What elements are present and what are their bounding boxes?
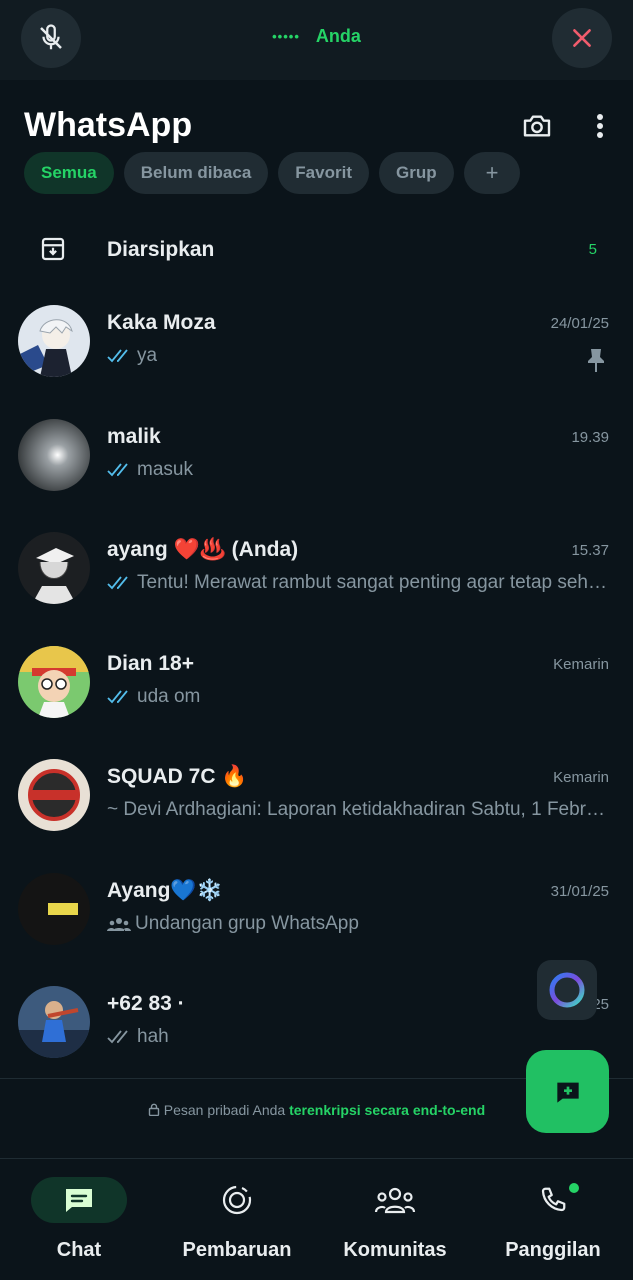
filter-chips: Semua Belum dibaca Favorit Grup +: [24, 152, 521, 194]
chat-name: Ayang💙❄️: [107, 879, 223, 902]
chat-time: 24/01/25: [550, 315, 609, 332]
more-options-button[interactable]: [585, 108, 615, 144]
call-name: Anda: [315, 26, 361, 46]
app-title: WhatsApp: [24, 106, 193, 144]
kebab-menu-icon: [597, 114, 603, 138]
camera-button[interactable]: [519, 108, 555, 144]
filter-all[interactable]: Semua: [24, 152, 114, 194]
chat-name: malik: [107, 425, 161, 448]
filter-groups[interactable]: Grup: [378, 152, 454, 194]
phone-icon: [541, 1187, 566, 1212]
chat-name: Dian 18+: [107, 652, 194, 675]
lock-icon: [148, 1103, 160, 1117]
pin-icon: [588, 349, 604, 372]
archived-count: 5: [588, 241, 597, 258]
end-call-button[interactable]: [552, 8, 612, 68]
avatar-image: [18, 986, 90, 1058]
meta-ai-icon: [549, 972, 585, 1008]
archive-icon: [41, 237, 65, 261]
chat-preview: ya: [107, 345, 607, 367]
call-status: ••••• Anda: [0, 26, 633, 47]
double-check-read-icon: [107, 463, 128, 477]
avatar[interactable]: [18, 419, 90, 491]
nav-communities[interactable]: Komunitas: [320, 1177, 470, 1262]
new-chat-button[interactable]: [526, 1050, 609, 1133]
chat-item[interactable]: Dian 18+ Kemarin uda om: [0, 646, 633, 759]
new-chat-icon: [556, 1082, 579, 1103]
chat-name: +62 83 ·: [107, 992, 185, 1015]
chat-preview: uda om: [107, 686, 607, 708]
bottom-navigation: Chat Pembaruan Komunitas Panggilan: [0, 1158, 633, 1280]
chat-preview: masuk: [107, 459, 607, 481]
chat-time: Kemarin: [553, 769, 609, 786]
avatar-image: [18, 419, 90, 491]
double-check-read-icon: [107, 576, 128, 590]
chat-preview: Undangan grup WhatsApp: [107, 913, 607, 935]
avatar[interactable]: [18, 873, 90, 945]
avatar-image: [18, 305, 90, 377]
close-icon: [573, 29, 591, 47]
ongoing-call-bar[interactable]: ••••• Anda: [0, 0, 633, 80]
audio-wave-icon: •••••: [272, 29, 300, 44]
avatar[interactable]: [18, 759, 90, 831]
chat-time: Kemarin: [553, 656, 609, 673]
chat-item[interactable]: SQUAD 7C 🔥 Kemarin ~ Devi Ardhagiani: La…: [0, 759, 633, 872]
double-check-read-icon: [107, 349, 128, 363]
chat-preview: hah: [107, 1026, 607, 1048]
archived-label: Diarsipkan: [107, 238, 215, 261]
chat-time: 31/01/25: [550, 883, 609, 900]
add-filter-button[interactable]: +: [463, 152, 521, 194]
avatar-image: [18, 873, 90, 945]
avatar[interactable]: [18, 986, 90, 1058]
camera-icon: [523, 115, 551, 137]
missed-call-indicator: [565, 1179, 583, 1197]
chat-icon: [66, 1189, 92, 1212]
filter-favorites[interactable]: Favorit: [278, 152, 369, 194]
updates-icon: [222, 1185, 252, 1215]
nav-updates[interactable]: Pembaruan: [162, 1177, 312, 1262]
double-check-sent-icon: [107, 1030, 128, 1044]
avatar-image: [18, 532, 90, 604]
avatar[interactable]: [18, 532, 90, 604]
communities-icon: [374, 1187, 416, 1214]
chat-name: Kaka Moza: [107, 311, 216, 334]
chat-item[interactable]: malik 19.39 masuk: [0, 419, 633, 532]
avatar[interactable]: [18, 305, 90, 377]
avatar-image: [18, 759, 90, 831]
chat-time: 15.37: [571, 542, 609, 559]
group-icon: [107, 918, 131, 931]
meta-ai-button[interactable]: [537, 960, 597, 1020]
archived-row[interactable]: Diarsipkan 5: [0, 222, 633, 278]
chat-preview: ~ Devi Ardhagiani: Laporan ketidakhadira…: [107, 799, 607, 820]
chat-name: SQUAD 7C 🔥: [107, 765, 248, 788]
chat-item[interactable]: ayang ❤️♨️ (Anda) 15.37 Tentu! Merawat r…: [0, 532, 633, 645]
chat-item[interactable]: Kaka Moza 24/01/25 ya: [0, 305, 633, 418]
chat-time: 19.39: [571, 429, 609, 446]
encryption-link[interactable]: terenkripsi secara end-to-end: [289, 1102, 485, 1118]
avatar-image: [18, 646, 90, 718]
chat-preview: Tentu! Merawat rambut sangat penting aga…: [107, 572, 607, 594]
nav-calls[interactable]: Panggilan: [478, 1177, 628, 1262]
chat-name: ayang ❤️♨️ (Anda): [107, 538, 299, 561]
nav-chat[interactable]: Chat: [4, 1177, 154, 1262]
filter-unread[interactable]: Belum dibaca: [123, 152, 269, 194]
avatar[interactable]: [18, 646, 90, 718]
double-check-read-icon: [107, 690, 128, 704]
